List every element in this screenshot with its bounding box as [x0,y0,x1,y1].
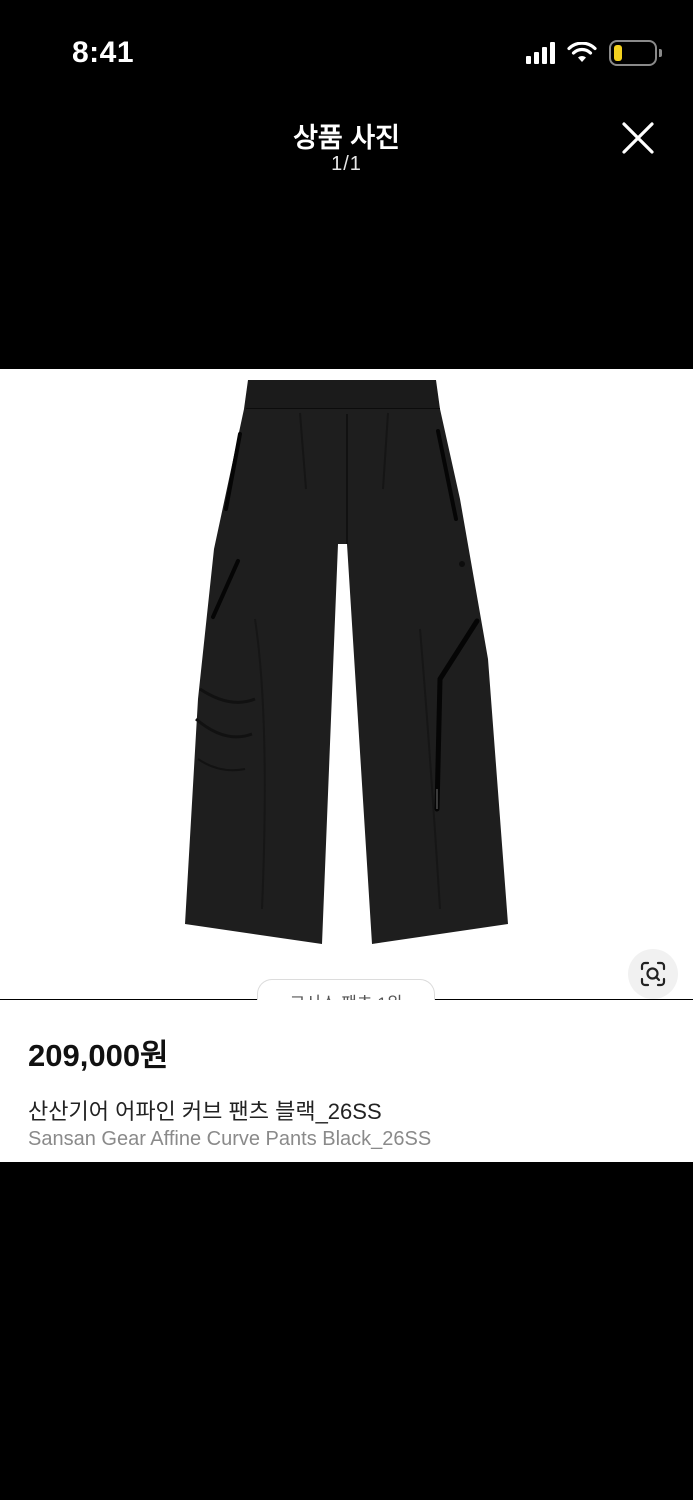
page-title: 상품 사진 [293,123,400,153]
wifi-icon [567,42,597,62]
close-icon [622,122,654,154]
product-price: 209,000원 [28,1038,169,1073]
product-name-en: Sansan Gear Affine Curve Pants Black_26S… [28,1128,432,1150]
status-icons [526,40,662,66]
status-bar: 8:41 [0,0,693,110]
signal-icon [526,42,555,64]
product-photo[interactable] [0,369,693,999]
product-name-ko: 산산기어 어파인 커브 팬츠 블랙_26SS [28,1099,382,1124]
photo-counter: 1/1 [331,153,362,175]
status-time: 8:41 [72,36,135,69]
lens-search-button[interactable] [628,949,678,999]
lens-search-icon [640,961,666,987]
close-button[interactable] [616,116,660,160]
battery-icon [609,40,662,66]
product-info: 209,000원 산산기어 어파인 커브 팬츠 블랙_26SS Sansan G… [0,1000,693,1162]
pants-image [185,380,508,944]
